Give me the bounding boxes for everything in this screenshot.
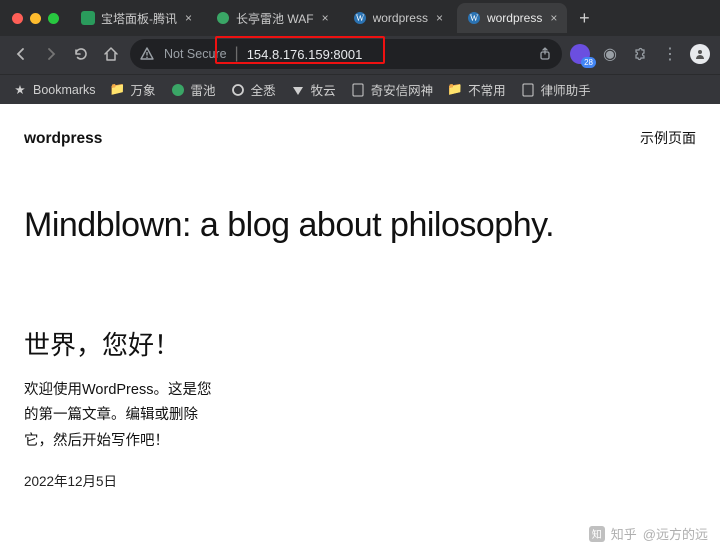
site-header: wordpress 示例页面 bbox=[24, 128, 696, 148]
ring-icon bbox=[230, 82, 246, 98]
tab-close-icon[interactable]: × bbox=[548, 11, 559, 25]
favicon-bt-icon bbox=[81, 11, 95, 25]
folder-icon: 📁 bbox=[447, 82, 463, 98]
post-date: 2022年12月5日 bbox=[24, 470, 696, 490]
reload-button[interactable] bbox=[70, 43, 92, 65]
back-button[interactable] bbox=[10, 43, 32, 65]
bookmark-item[interactable]: 牧云 bbox=[290, 80, 336, 99]
bookmark-label: 奇安信网神 bbox=[371, 80, 434, 99]
tab-title: 长亭雷池 WAF bbox=[236, 10, 314, 27]
bookmark-folder[interactable]: 📁 万象 bbox=[110, 80, 156, 99]
share-icon[interactable] bbox=[538, 47, 552, 61]
bookmark-item[interactable]: 奇安信网神 bbox=[350, 80, 434, 99]
extension-icons: ◉ ⋮ bbox=[570, 44, 710, 64]
site-title[interactable]: wordpress bbox=[24, 130, 102, 148]
bookmarks-menu[interactable]: ★ Bookmarks bbox=[12, 82, 96, 98]
new-tab-button[interactable]: + bbox=[571, 5, 597, 31]
tab-close-icon[interactable]: × bbox=[320, 11, 331, 25]
svg-text:W: W bbox=[355, 13, 364, 23]
address-bar[interactable]: Not Secure | 154.8.176.159:8001 bbox=[130, 39, 562, 69]
profile-avatar-icon[interactable] bbox=[690, 44, 710, 64]
page-icon bbox=[520, 82, 536, 98]
browser-chrome: 宝塔面板-腾讯 × 长亭雷池 WAF × W wordpress × W wor… bbox=[0, 0, 720, 104]
watermark-user: @远方的远 bbox=[643, 524, 708, 543]
extension-purple-icon[interactable] bbox=[570, 44, 590, 64]
menu-dots-icon[interactable]: ⋮ bbox=[660, 44, 680, 64]
bookmark-folder[interactable]: 📁 不常用 bbox=[447, 80, 506, 99]
tab-title: wordpress bbox=[487, 11, 542, 25]
minimize-window-button[interactable] bbox=[30, 13, 41, 24]
extensions-puzzle-icon[interactable] bbox=[630, 44, 650, 64]
bookmarks-bar: ★ Bookmarks 📁 万象 雷池 全悉 牧云 奇安信网神 📁 不常用 bbox=[0, 74, 720, 104]
bookmark-label: 万象 bbox=[131, 80, 156, 99]
hero-heading: Mindblown: a blog about philosophy. bbox=[24, 206, 696, 245]
bookmark-label: 全悉 bbox=[251, 80, 276, 99]
nav-link-sample-page[interactable]: 示例页面 bbox=[640, 128, 696, 148]
home-button[interactable] bbox=[100, 43, 122, 65]
favicon-changting-icon bbox=[170, 82, 186, 98]
maximize-window-button[interactable] bbox=[48, 13, 59, 24]
tab-close-icon[interactable]: × bbox=[183, 11, 194, 25]
not-secure-icon bbox=[140, 47, 156, 61]
favicon-wordpress-icon: W bbox=[353, 11, 367, 25]
svg-text:W: W bbox=[470, 13, 479, 23]
post-title[interactable]: 世界，您好！ bbox=[24, 325, 696, 362]
bookmark-label: 牧云 bbox=[311, 80, 336, 99]
bookmark-label: 雷池 bbox=[191, 80, 216, 99]
window-controls bbox=[6, 13, 67, 24]
star-icon: ★ bbox=[12, 82, 28, 98]
folder-icon: 📁 bbox=[110, 82, 126, 98]
favicon-changting-icon bbox=[216, 11, 230, 25]
watermark-brand: 知乎 bbox=[611, 524, 637, 543]
tab-strip: 宝塔面板-腾讯 × 长亭雷池 WAF × W wordpress × W wor… bbox=[0, 0, 720, 36]
page-icon bbox=[350, 82, 366, 98]
tab-close-icon[interactable]: × bbox=[434, 11, 445, 25]
zhihu-logo-icon: 知 bbox=[589, 526, 605, 542]
post-excerpt: 欢迎使用WordPress。这是您的第一篇文章。编辑或删除它，然后开始写作吧！ bbox=[24, 378, 224, 454]
divider: | bbox=[235, 45, 239, 63]
favicon-wordpress-icon: W bbox=[467, 11, 481, 25]
bookmark-item[interactable]: 雷池 bbox=[170, 80, 216, 99]
tab-title: wordpress bbox=[373, 11, 428, 25]
browser-tab[interactable]: W wordpress × bbox=[343, 3, 453, 33]
bookmark-label: Bookmarks bbox=[33, 83, 96, 97]
url-text: 154.8.176.159:8001 bbox=[247, 47, 363, 62]
bookmark-item[interactable]: 全悉 bbox=[230, 80, 276, 99]
browser-tab-active[interactable]: W wordpress × bbox=[457, 3, 567, 33]
extension-video-icon[interactable]: ◉ bbox=[600, 44, 620, 64]
bookmark-label: 律师助手 bbox=[541, 80, 591, 99]
not-secure-label: Not Secure bbox=[164, 47, 227, 61]
bookmark-label: 不常用 bbox=[468, 80, 506, 99]
page-content: wordpress 示例页面 Mindblown: a blog about p… bbox=[0, 104, 720, 551]
browser-tab[interactable]: 宝塔面板-腾讯 × bbox=[71, 3, 202, 33]
folding-fan-icon bbox=[290, 82, 306, 98]
browser-toolbar: Not Secure | 154.8.176.159:8001 ◉ ⋮ bbox=[0, 36, 720, 74]
tab-title: 宝塔面板-腾讯 bbox=[101, 10, 177, 27]
watermark: 知 知乎 @远方的远 bbox=[589, 524, 708, 543]
browser-tab[interactable]: 长亭雷池 WAF × bbox=[206, 3, 339, 33]
forward-button[interactable] bbox=[40, 43, 62, 65]
bookmark-item[interactable]: 律师助手 bbox=[520, 80, 591, 99]
close-window-button[interactable] bbox=[12, 13, 23, 24]
